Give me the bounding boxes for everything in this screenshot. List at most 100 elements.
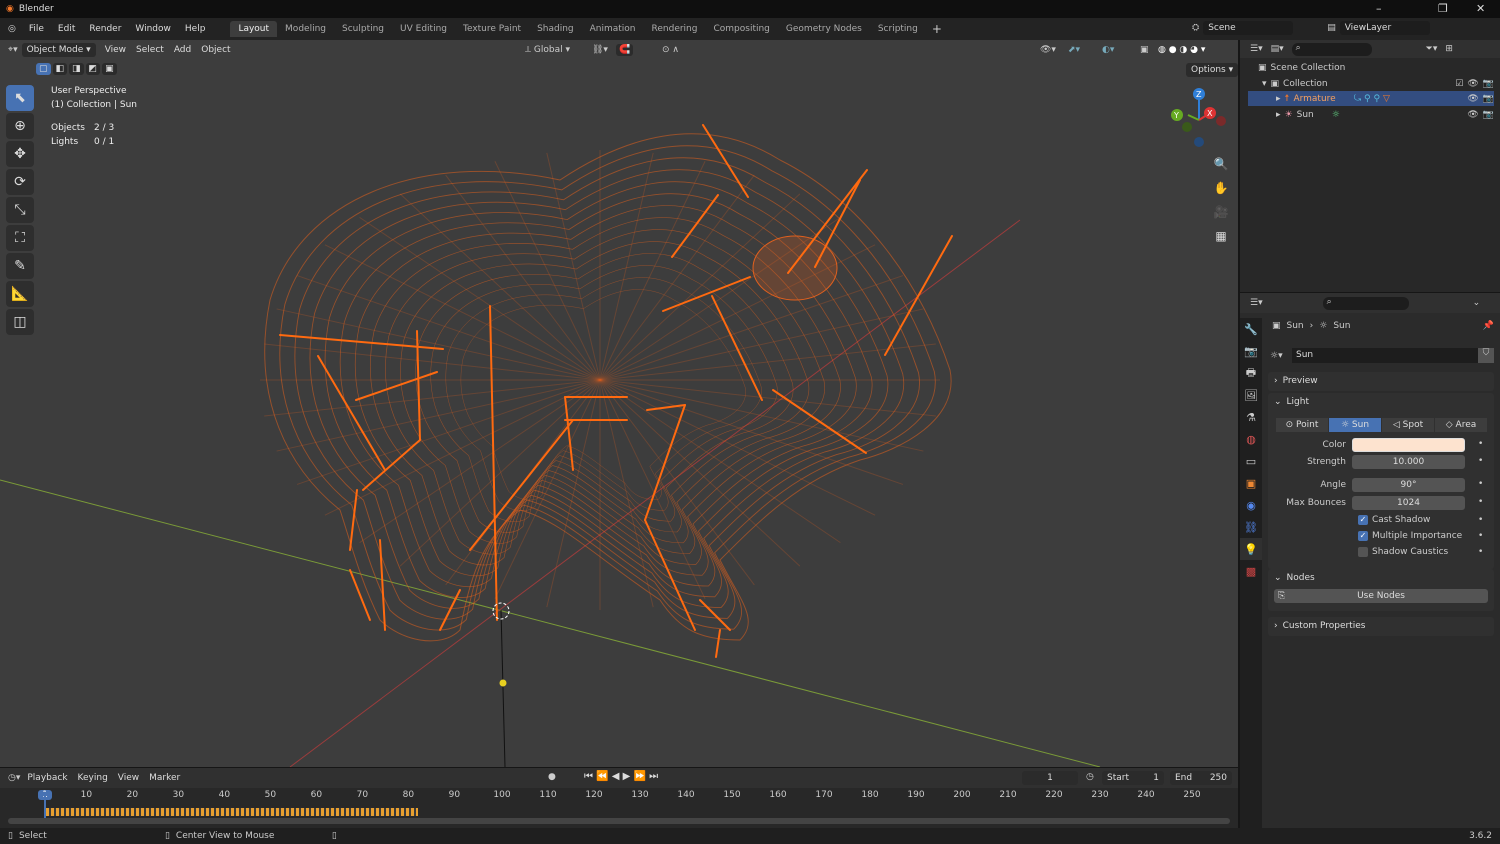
outliner-item-armature[interactable]: ▸ ☨ Armature ⤿ ⚲ ⚲ ▽ 👁 📷 — [1248, 91, 1494, 106]
start-frame-field[interactable]: Start 1 — [1102, 771, 1164, 785]
camera-render-icon[interactable]: 📷 — [1483, 110, 1494, 120]
visibility-icon[interactable]: 👁▾ — [1040, 45, 1056, 55]
end-frame-field[interactable]: End 250 — [1170, 771, 1232, 785]
transform-orientation[interactable]: ⟂ Global ▾ — [525, 45, 570, 55]
checkbox-icon[interactable] — [1358, 547, 1368, 557]
scene-selector[interactable]: Scene — [1203, 21, 1294, 35]
render-tab-icon[interactable]: 📷 — [1240, 340, 1262, 362]
outliner-search-input[interactable]: ⌕ — [1291, 42, 1372, 56]
frame-ruler[interactable]: 1102030405060708090100110120130140150160… — [0, 790, 1238, 804]
tab-sculpting[interactable]: Sculpting — [334, 21, 392, 37]
current-frame-field[interactable]: 1 — [1022, 771, 1078, 785]
use-nodes-button[interactable]: ⎘ Use Nodes — [1274, 589, 1488, 603]
light-type-spot[interactable]: ◁ Spot — [1382, 418, 1434, 432]
expand-icon[interactable]: ⌄ — [1274, 573, 1282, 583]
scene-icon[interactable]: ⛭ — [1192, 23, 1199, 33]
keyframe-dot[interactable]: • — [1478, 439, 1483, 449]
select-new-icon[interactable]: ▢ — [36, 63, 51, 75]
new-collection-icon[interactable]: ⊞ — [1445, 44, 1453, 54]
max-bounces-field[interactable]: 1024 — [1352, 496, 1465, 510]
zoom-icon[interactable]: 🔍 — [1212, 152, 1230, 176]
pin-icon[interactable]: 📌 — [1483, 321, 1494, 331]
add-workspace-button[interactable]: + — [926, 22, 948, 36]
tab-rendering[interactable]: Rendering — [644, 21, 706, 37]
menu-render[interactable]: Render — [82, 24, 128, 34]
shading-modes-icon[interactable]: ◍ ● ◑ ◕ ▾ — [1158, 45, 1205, 55]
tab-layout[interactable]: Layout — [230, 21, 278, 37]
checkbox-cast-shadow[interactable]: ✓ Cast Shadow — [1358, 515, 1430, 525]
camera-render-icon[interactable]: 📷 — [1483, 79, 1494, 89]
panel-title[interactable]: Light — [1287, 397, 1309, 407]
tab-modeling[interactable]: Modeling — [277, 21, 334, 37]
camera-render-icon[interactable]: 📷 — [1483, 94, 1494, 104]
3d-viewport[interactable]: Z X Y — [0, 40, 1238, 768]
output-tab-icon[interactable]: 🖶 — [1240, 362, 1262, 384]
add-cube-tool-icon[interactable]: ◫ — [6, 309, 34, 335]
tab-uv-editing[interactable]: UV Editing — [392, 21, 455, 37]
options-chevron-icon[interactable]: ⌄ — [1473, 298, 1481, 308]
checkbox-icon[interactable]: ✓ — [1358, 515, 1368, 525]
outliner-item-sun[interactable]: ▸ ☀ Sun ☼ 👁 📷 — [1248, 107, 1494, 122]
tab-shading[interactable]: Shading — [529, 21, 582, 37]
panel-title[interactable]: Nodes — [1287, 573, 1315, 583]
rotate-tool-icon[interactable]: ⟳ — [6, 169, 34, 195]
tab-compositing[interactable]: Compositing — [705, 21, 777, 37]
viewport-menu-object[interactable]: Object — [196, 45, 235, 55]
eye-icon[interactable]: 👁 — [1467, 110, 1478, 120]
scene-collection-row[interactable]: ▣ Scene Collection — [1248, 60, 1494, 75]
snap-icon[interactable]: 🧲 — [616, 43, 634, 56]
light-datablock-icon[interactable]: ☼▾ — [1270, 351, 1292, 361]
tool-tab-icon[interactable]: 🔧 — [1240, 318, 1262, 340]
viewport-menu-select[interactable]: Select — [131, 45, 169, 55]
pan-hand-icon[interactable]: ✋ — [1212, 176, 1230, 200]
fake-user-icon[interactable]: ⛉ — [1478, 348, 1494, 363]
checkbox-icon[interactable]: ✓ — [1358, 531, 1368, 541]
options-dropdown[interactable]: Options ▾ — [1186, 63, 1239, 77]
keyframe-dot[interactable]: • — [1478, 515, 1483, 525]
object-tab-icon[interactable]: ▣ — [1240, 472, 1262, 494]
checkbox-icon[interactable]: ☑ — [1455, 79, 1463, 89]
expand-icon[interactable]: ▸ — [1276, 94, 1281, 104]
light-type-point[interactable]: ⊙ Point — [1276, 418, 1328, 432]
tab-geometry-nodes[interactable]: Geometry Nodes — [778, 21, 870, 37]
grid-ortho-icon[interactable]: ▦ — [1212, 224, 1230, 248]
datablock-selector[interactable]: ☼▾ Sun ⛉ — [1270, 348, 1494, 363]
checkbox-shadow-caustics[interactable]: Shadow Caustics — [1358, 547, 1448, 557]
timeline-scrollbar[interactable] — [8, 818, 1230, 824]
transform-tool-icon[interactable]: ⛶ — [6, 225, 34, 251]
proportional-edit-icon[interactable]: ⊙ ∧ — [662, 45, 679, 55]
expand-icon[interactable]: ▸ — [1276, 110, 1281, 120]
filter-icon[interactable]: ⏷▾ — [1426, 44, 1438, 54]
maximize-button[interactable]: ❐ — [1438, 2, 1448, 15]
overlay-toggle-icon[interactable]: ◐▾ — [1102, 45, 1114, 55]
minimize-button[interactable]: – — [1376, 2, 1382, 15]
expand-icon[interactable]: ⌄ — [1274, 397, 1282, 407]
timeline-menu-keying[interactable]: Keying — [73, 773, 113, 783]
checkbox-multiple-importance[interactable]: ✓ Multiple Importance — [1358, 531, 1462, 541]
xray-icon[interactable]: ▣ — [1140, 45, 1149, 55]
gizmo-toggle-icon[interactable]: ⬈▾ — [1068, 45, 1080, 55]
light-type-area[interactable]: ◇ Area — [1435, 418, 1487, 432]
collection-tab-icon[interactable]: ▭ — [1240, 450, 1262, 472]
menu-help[interactable]: Help — [178, 24, 213, 34]
light-type-sun[interactable]: ☼ Sun — [1329, 418, 1381, 432]
keyframe-dot[interactable]: • — [1478, 456, 1483, 466]
timeline-menu-view[interactable]: View — [113, 773, 144, 783]
menu-edit[interactable]: Edit — [51, 24, 82, 34]
tab-texture-paint[interactable]: Texture Paint — [455, 21, 529, 37]
expand-icon[interactable]: ▾ — [1262, 79, 1267, 89]
keyframe-dot[interactable]: • — [1478, 497, 1483, 507]
select-extend-icon[interactable]: ◧ — [52, 63, 68, 75]
playhead[interactable] — [44, 792, 46, 820]
camera-icon[interactable]: 🎥 — [1212, 200, 1230, 224]
timeline-menu-playback[interactable]: Playback — [22, 773, 72, 783]
blender-menu-icon[interactable]: ◎ — [8, 24, 16, 34]
eye-icon[interactable]: 👁 — [1467, 94, 1478, 104]
collection-row[interactable]: ▾ ▣ Collection ☑ 👁 📷 — [1248, 76, 1494, 91]
properties-editor-icon[interactable]: ☰▾ — [1250, 298, 1263, 308]
custom-properties-panel[interactable]: › Custom Properties — [1268, 617, 1494, 636]
select-subtract-icon[interactable]: ◨ — [69, 63, 84, 75]
playback-controls[interactable]: ⏮ ⏪ ◀ ▶ ⏩ ⏭ — [584, 771, 658, 782]
world-tab-icon[interactable]: ◍ — [1240, 428, 1262, 450]
timeline-editor-icon[interactable]: ◷▾ — [8, 773, 20, 783]
